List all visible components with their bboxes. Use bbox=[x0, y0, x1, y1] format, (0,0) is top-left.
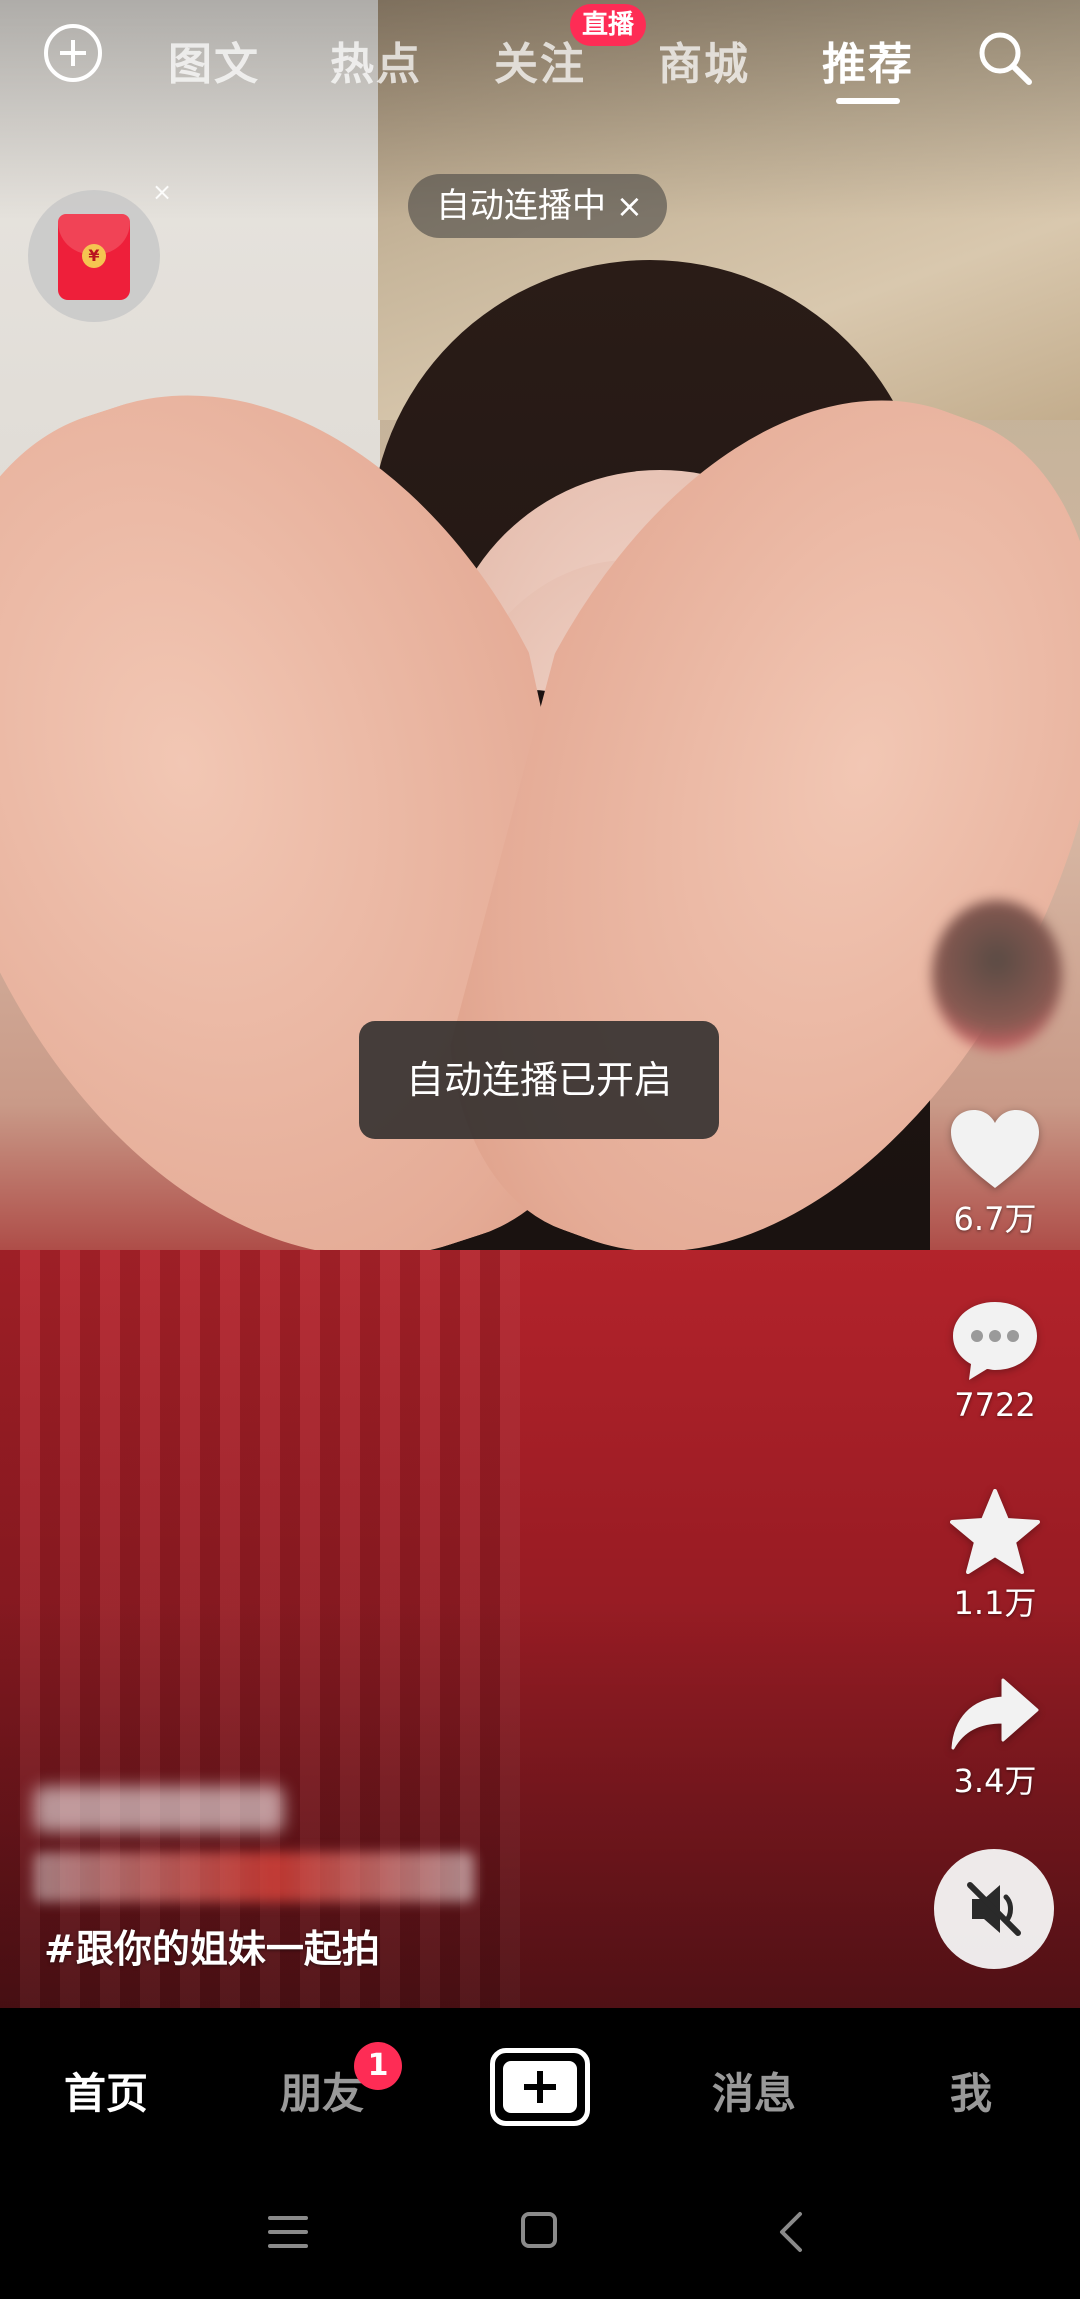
search-icon[interactable] bbox=[975, 28, 1035, 88]
autoplay-chip-label: 自动连播中 bbox=[436, 186, 606, 226]
system-navigation-bar bbox=[0, 2172, 1080, 2299]
avatar[interactable] bbox=[932, 900, 1062, 1050]
tab-recommend[interactable]: 推荐 bbox=[822, 28, 914, 92]
red-envelope-close-icon[interactable]: × bbox=[152, 178, 172, 206]
tab-friends[interactable]: 朋友 bbox=[280, 2060, 364, 2121]
description-blurred bbox=[34, 1852, 474, 1902]
friends-notification-badge: 1 bbox=[354, 2042, 402, 2090]
share-button[interactable]: 3.4万 bbox=[940, 1676, 1050, 1802]
tab-hot[interactable]: 热点 bbox=[330, 28, 422, 92]
share-arrow-icon bbox=[951, 1678, 1039, 1750]
toast-message: 自动连播已开启 bbox=[359, 1021, 719, 1139]
tab-graphic-text[interactable]: 图文 bbox=[168, 28, 260, 92]
home-square-icon[interactable] bbox=[521, 2212, 557, 2248]
hashtag-link[interactable]: #跟你的姐妹一起拍 bbox=[44, 1918, 380, 1973]
publish-button[interactable] bbox=[490, 2048, 590, 2126]
plus-square-icon bbox=[503, 2061, 577, 2113]
video-player[interactable] bbox=[0, 0, 1080, 2008]
red-envelope-widget[interactable]: ¥ bbox=[28, 190, 160, 322]
comment-bubble-icon bbox=[953, 1302, 1037, 1380]
tab-messages[interactable]: 消息 bbox=[712, 2060, 796, 2121]
tab-mall[interactable]: 商城 bbox=[658, 28, 750, 92]
mute-button[interactable] bbox=[934, 1849, 1054, 1969]
author-name-blurred[interactable] bbox=[34, 1786, 284, 1832]
star-icon bbox=[950, 1489, 1040, 1574]
tab-following[interactable]: 关注 bbox=[494, 28, 586, 92]
live-badge: 直播 bbox=[570, 4, 647, 46]
favorite-button[interactable]: 1.1万 bbox=[940, 1488, 1050, 1624]
like-button[interactable]: 6.7万 bbox=[940, 1108, 1050, 1240]
comment-count: 7722 bbox=[954, 1386, 1036, 1424]
add-circle-icon[interactable] bbox=[44, 24, 102, 82]
tab-me[interactable]: 我 bbox=[950, 2060, 992, 2121]
heart-icon bbox=[951, 1110, 1039, 1188]
active-tab-indicator bbox=[836, 98, 900, 104]
top-navigation: 图文 热点 关注 直播 商城 推荐 bbox=[0, 0, 1080, 120]
bottom-tab-bar: 首页 朋友 1 消息 我 bbox=[0, 2008, 1080, 2172]
comment-button[interactable]: 7722 bbox=[940, 1298, 1050, 1424]
speaker-muted-icon bbox=[967, 1882, 1021, 1936]
back-chevron-icon[interactable] bbox=[776, 2210, 806, 2254]
red-envelope-seal: ¥ bbox=[82, 244, 106, 268]
autoplay-chip[interactable]: 自动连播中 × bbox=[408, 174, 667, 238]
like-count: 6.7万 bbox=[953, 1200, 1037, 1238]
red-envelope-icon: ¥ bbox=[58, 214, 130, 300]
menu-icon[interactable] bbox=[268, 2214, 308, 2250]
close-icon[interactable]: × bbox=[616, 187, 643, 225]
tab-home[interactable]: 首页 bbox=[64, 2060, 148, 2121]
favorite-count: 1.1万 bbox=[953, 1584, 1037, 1622]
share-count: 3.4万 bbox=[953, 1762, 1037, 1800]
